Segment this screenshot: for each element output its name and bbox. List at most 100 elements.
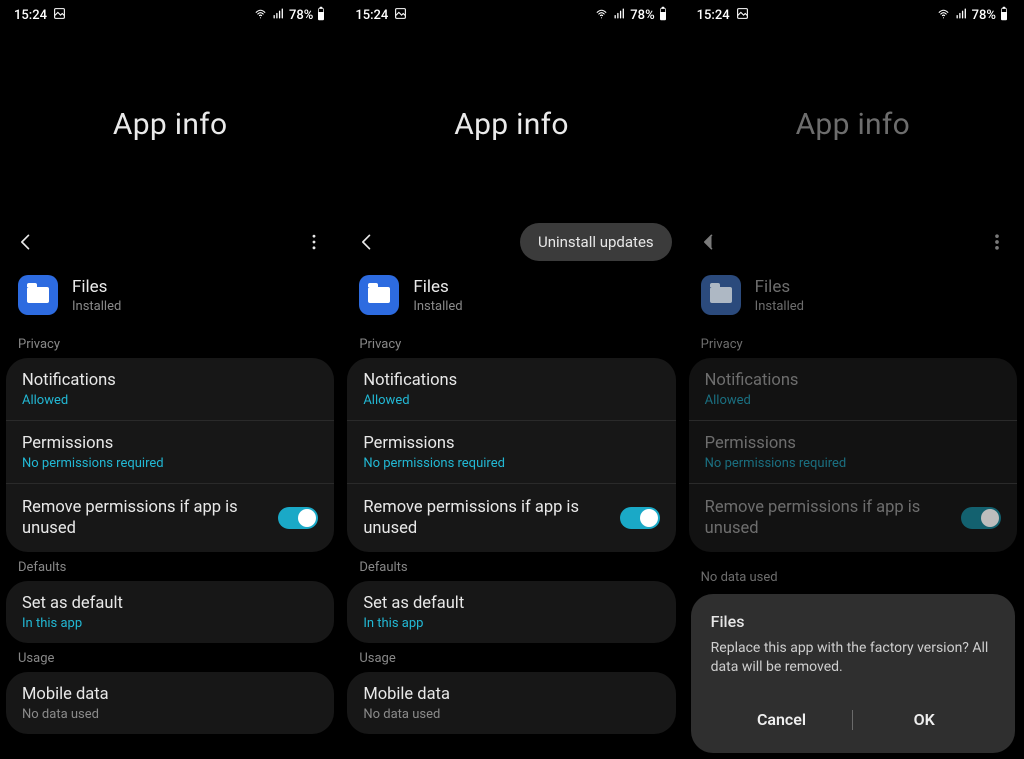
app-install-status: Installed [413, 299, 462, 314]
mobile-data-item[interactable]: Mobile data No data used [6, 672, 334, 734]
permissions-value: No permissions required [705, 456, 1001, 471]
remove-permissions-title: Remove permissions if app is unused [22, 497, 262, 540]
app-install-status: Installed [755, 299, 804, 314]
section-header-privacy: Privacy [341, 329, 681, 358]
notifications-item[interactable]: Notifications Allowed [6, 358, 334, 420]
permissions-item: Permissions No permissions required [689, 420, 1017, 483]
set-default-item[interactable]: Set as default In this app [6, 581, 334, 643]
permissions-item[interactable]: Permissions No permissions required [347, 420, 675, 483]
privacy-card: Notifications Allowed Permissions No per… [6, 358, 334, 552]
section-header-privacy: Privacy [0, 329, 340, 358]
signal-icon [271, 7, 286, 24]
wifi-icon [253, 7, 268, 24]
set-default-value: In this app [363, 616, 659, 631]
notifications-item[interactable]: Notifications Allowed [347, 358, 675, 420]
app-name: Files [72, 277, 121, 297]
usage-card: Mobile data No data used [6, 672, 334, 734]
wifi-icon [936, 7, 951, 24]
defaults-card: Set as default In this app [6, 581, 334, 643]
section-header-usage: Usage [0, 643, 340, 672]
signal-icon [612, 7, 627, 24]
battery-icon [316, 6, 326, 25]
section-header-privacy: Privacy [683, 329, 1023, 358]
status-bar: 15:24 78% [341, 0, 681, 29]
status-bar: 15:24 78% [683, 0, 1023, 29]
remove-permissions-title: Remove permissions if app is unused [705, 497, 945, 540]
folder-icon [368, 287, 390, 303]
page-title: App info [113, 107, 228, 142]
toolbar: Uninstall updates [341, 219, 681, 265]
uninstall-updates-menu-item[interactable]: Uninstall updates [520, 223, 672, 261]
section-header-usage: Usage [341, 643, 681, 672]
remove-permissions-item: Remove permissions if app is unused [689, 483, 1017, 552]
screenshot-1-app-info: 15:24 78% App info [0, 0, 341, 759]
app-icon [359, 275, 399, 315]
mobile-data-title: Mobile data [363, 685, 659, 704]
remove-permissions-toggle [961, 507, 1001, 529]
status-time: 15:24 [355, 8, 388, 23]
app-icon [18, 275, 58, 315]
dialog-message: Replace this app with the factory versio… [711, 639, 995, 678]
uninstall-updates-dialog: Files Replace this app with the factory … [691, 594, 1015, 753]
notifications-item: Notifications Allowed [689, 358, 1017, 420]
permissions-title: Permissions [705, 434, 1001, 453]
status-bar: 15:24 78% [0, 0, 340, 29]
remove-permissions-item[interactable]: Remove permissions if app is unused [347, 483, 675, 552]
set-default-item[interactable]: Set as default In this app [347, 581, 675, 643]
status-time: 15:24 [14, 8, 47, 23]
remove-permissions-toggle[interactable] [620, 507, 660, 529]
signal-icon [954, 7, 969, 24]
screenshot-indicator-icon [53, 7, 66, 24]
defaults-card: Set as default In this app [347, 581, 675, 643]
set-default-title: Set as default [22, 594, 318, 613]
app-name: Files [413, 277, 462, 297]
more-options-button [985, 230, 1009, 254]
permissions-title: Permissions [363, 434, 659, 453]
app-install-status: Installed [72, 299, 121, 314]
status-time: 15:24 [697, 8, 730, 23]
app-name: Files [755, 277, 804, 297]
notifications-value: Allowed [363, 393, 659, 408]
battery-text: 78% [630, 8, 654, 23]
collapsing-title: App info [341, 29, 681, 219]
mobile-data-value: No data used [363, 707, 659, 722]
back-button [697, 230, 721, 254]
back-button[interactable] [14, 230, 38, 254]
cancel-button[interactable]: Cancel [711, 702, 853, 737]
mobile-data-item[interactable]: Mobile data No data used [347, 672, 675, 734]
privacy-card: Notifications Allowed Permissions No per… [689, 358, 1017, 552]
notifications-value: Allowed [705, 393, 1001, 408]
remove-permissions-item[interactable]: Remove permissions if app is unused [6, 483, 334, 552]
permissions-item[interactable]: Permissions No permissions required [6, 420, 334, 483]
section-header-defaults: Defaults [341, 552, 681, 581]
app-icon [701, 275, 741, 315]
toolbar [0, 219, 340, 265]
mobile-data-value: No data used [22, 707, 318, 722]
collapsing-title: App info [683, 29, 1023, 219]
permissions-title: Permissions [22, 434, 318, 453]
more-options-button[interactable] [302, 230, 326, 254]
app-header: Files Installed [0, 265, 340, 329]
screenshot-3-dialog: 15:24 78% App info Files Installed Priva… [683, 0, 1024, 759]
permissions-value: No permissions required [363, 456, 659, 471]
battery-text: 78% [289, 8, 313, 23]
section-header-defaults: Defaults [0, 552, 340, 581]
battery-text: 78% [972, 8, 996, 23]
wifi-icon [594, 7, 609, 24]
remove-permissions-title: Remove permissions if app is unused [363, 497, 603, 540]
set-default-title: Set as default [363, 594, 659, 613]
notifications-title: Notifications [363, 371, 659, 390]
folder-icon [710, 287, 732, 303]
remove-permissions-toggle[interactable] [278, 507, 318, 529]
back-button[interactable] [355, 230, 379, 254]
ok-button[interactable]: OK [853, 702, 995, 737]
dialog-title: Files [711, 612, 995, 631]
battery-icon [658, 6, 668, 25]
app-header: Files Installed [683, 265, 1023, 329]
set-default-value: In this app [22, 616, 318, 631]
usage-card: Mobile data No data used [347, 672, 675, 734]
page-title: App info [454, 107, 569, 142]
notifications-value: Allowed [22, 393, 318, 408]
battery-icon [999, 6, 1009, 25]
screenshot-indicator-icon [736, 7, 749, 24]
